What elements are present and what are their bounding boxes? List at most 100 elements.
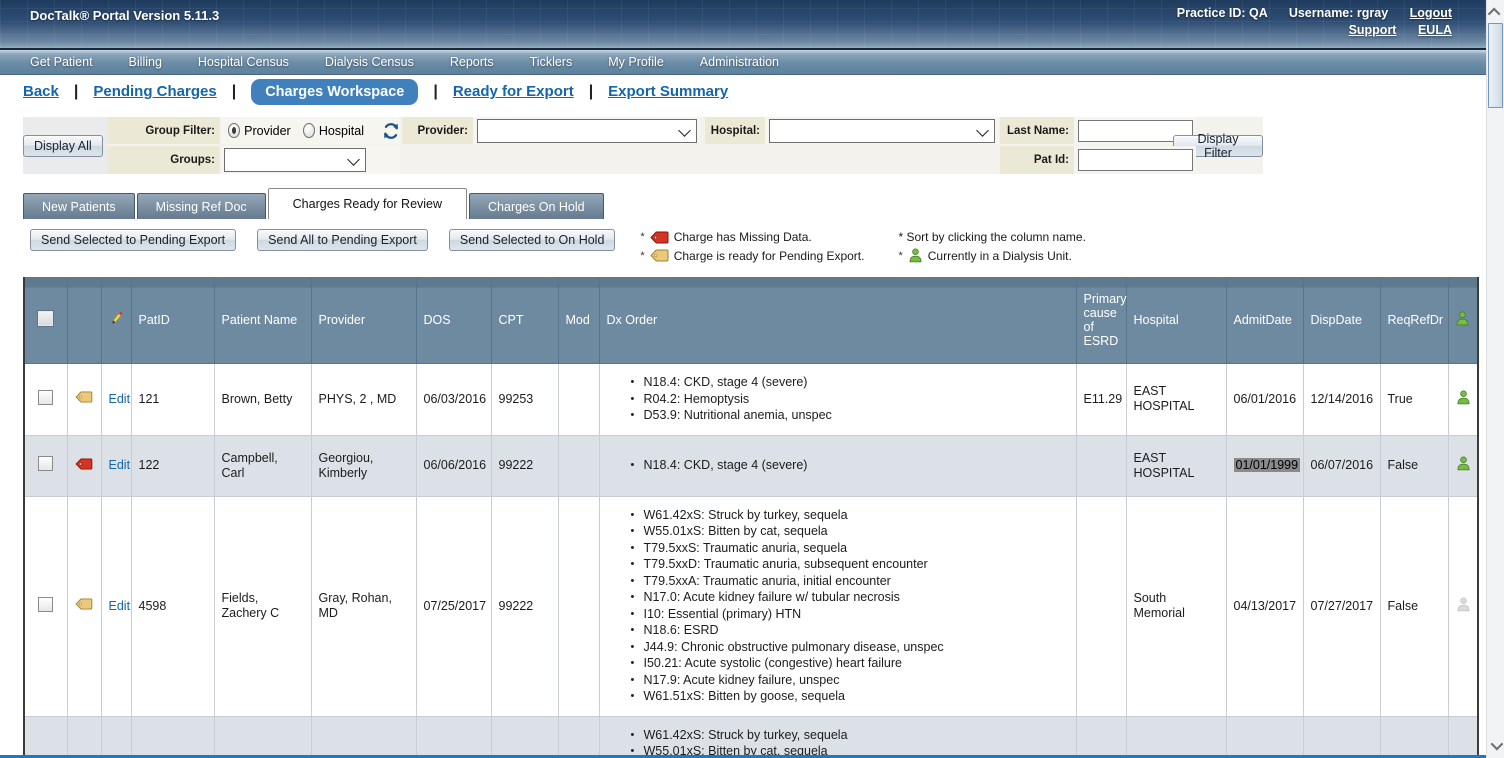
workspace-tab[interactable]: Missing Ref Doc [137,193,266,219]
nav-item[interactable]: Dialysis Census [307,50,432,74]
workspace-tabs: New Patients Missing Ref Doc Charges Rea… [23,188,1504,219]
cell-admitdate: 01/01/1999 [1226,435,1303,496]
scroll-up-button[interactable] [1487,2,1504,22]
send-selected-pending-button[interactable]: Send Selected to Pending Export [30,229,236,251]
column-header-dx-order[interactable]: Dx Order [599,277,1076,364]
display-all-button[interactable]: Display All [23,135,103,157]
workspace-tab[interactable]: New Patients [23,193,135,219]
dx-item: N18.4: CKD, stage 4 (severe) [631,459,1065,473]
edit-link[interactable]: Edit [109,599,131,613]
tab-ready-for-export[interactable]: Ready for Export [453,83,574,100]
support-link[interactable]: Support [1349,23,1397,37]
dialysis-person-icon [1456,456,1471,471]
nav-item[interactable]: My Profile [590,50,682,74]
column-header-patid[interactable]: PatID [131,277,214,364]
hospital-radio[interactable] [303,123,315,138]
dx-item: I50.21: Acute systolic (congestive) hear… [631,657,1065,671]
group-filter-label: Group Filter: [108,117,220,144]
nav-item[interactable]: Reports [432,50,512,74]
column-header-hospital[interactable]: Hospital [1126,277,1226,364]
column-header-reqrefdr[interactable]: ReqRefDr [1380,277,1448,364]
provider-select[interactable] [477,119,697,143]
row-checkbox[interactable] [38,597,53,612]
cell-admitdate [1226,716,1303,758]
tab-export-summary[interactable]: Export Summary [608,83,728,100]
dialysis-column-header[interactable] [1448,277,1478,364]
back-link[interactable]: Back [23,83,59,100]
eula-link[interactable]: EULA [1418,23,1452,37]
separator: | [433,83,437,101]
column-header-patient-name[interactable]: Patient Name [214,277,311,364]
scroll-down-button[interactable] [1487,735,1504,755]
cell-hospital: South Memorial [1126,496,1226,716]
dialysis-person-icon [1456,390,1471,405]
edit-link[interactable]: Edit [109,458,131,472]
cell-provider [311,716,416,758]
last-name-label: Last Name: [1000,117,1074,144]
scrollbar-thumb[interactable] [1488,23,1503,108]
dx-item: J44.9: Chronic obstructive pulmonary dis… [631,641,1065,655]
person-icon-inactive [1456,597,1471,612]
dx-item: W61.42xS: Struck by turkey, sequela [631,729,1065,743]
pat-id-input[interactable] [1078,149,1193,171]
flag-column-header[interactable] [67,277,101,364]
workspace-tab[interactable]: Charges Ready for Review [268,188,467,219]
column-header-dispdate[interactable]: DispDate [1303,277,1380,364]
cell-cpt [491,716,558,758]
cell-reqrefdr [1380,716,1448,758]
provider-radio[interactable] [228,123,240,138]
filter-bar: Display All Group Filter: Provider Hospi… [23,117,1263,174]
dx-item: T79.5xxA: Traumatic anuria, initial enco… [631,575,1065,589]
cell-cpt: 99222 [491,496,558,716]
separator: | [232,83,236,101]
edit-column-header[interactable] [101,277,131,364]
legend-ready-export: * Charge is ready for Pending Export. [640,248,864,263]
column-header-dos[interactable]: DOS [416,277,491,364]
cell-provider: Georgiou, Kimberly [311,435,416,496]
nav-item[interactable]: Hospital Census [180,50,307,74]
dx-item: T79.5xxS: Traumatic anuria, sequela [631,542,1065,556]
pat-id-label: Pat Id: [1000,146,1074,174]
row-checkbox[interactable] [38,390,53,405]
vertical-scrollbar[interactable] [1486,0,1504,758]
practice-id: Practice ID: QA [1177,6,1268,20]
logout-link[interactable]: Logout [1410,6,1452,20]
groups-select[interactable] [224,148,366,172]
cell-reqrefdr: True [1380,364,1448,436]
send-all-pending-button[interactable]: Send All to Pending Export [257,229,428,251]
hospital-select-cell [765,117,998,144]
cell-reqrefdr: False [1380,435,1448,496]
edit-link[interactable]: Edit [109,392,131,406]
column-header-mod[interactable]: Mod [558,277,599,364]
actions-row: Send Selected to Pending Export Send All… [30,229,1504,263]
provider-label: Provider: [402,117,473,144]
hospital-select[interactable] [769,119,995,143]
dx-item: W55.01xS: Bitten by cat, sequela [631,525,1065,539]
cell-patid: 121 [131,364,214,436]
select-all-header[interactable] [24,277,67,364]
tab-charges-workspace[interactable]: Charges Workspace [251,79,418,105]
provider-select-cell [473,117,700,144]
column-header-admitdate[interactable]: AdmitDate [1226,277,1303,364]
row-checkbox[interactable] [38,456,53,471]
column-header-provider[interactable]: Provider [311,277,416,364]
column-header-esrd[interactable]: Primary cause of ESRD [1076,277,1126,364]
cell-patient-name: Brown, Betty [214,364,311,436]
cell-hospital [1126,716,1226,758]
select-all-checkbox[interactable] [38,311,53,326]
tab-pending-charges[interactable]: Pending Charges [93,83,216,100]
dx-item: R04.2: Hemoptysis [631,393,1065,407]
nav-item[interactable]: Administration [682,50,797,74]
cell-provider: PHYS, 2 , MD [311,364,416,436]
nav-item[interactable]: Billing [111,50,180,74]
send-selected-hold-button[interactable]: Send Selected to On Hold [449,229,616,251]
nav-item[interactable]: Get Patient [12,50,111,74]
app-title: DocTalk® Portal Version 5.11.3 [30,8,219,23]
cell-hospital: EAST HOSPITAL [1126,364,1226,436]
refresh-icon[interactable] [382,122,400,140]
workspace-tab[interactable]: Charges On Hold [469,193,604,219]
cell-dispdate: 07/27/2017 [1303,496,1380,716]
column-header-cpt[interactable]: CPT [491,277,558,364]
cell-esrd: E11.29 [1076,364,1126,436]
nav-item[interactable]: Ticklers [512,50,591,74]
